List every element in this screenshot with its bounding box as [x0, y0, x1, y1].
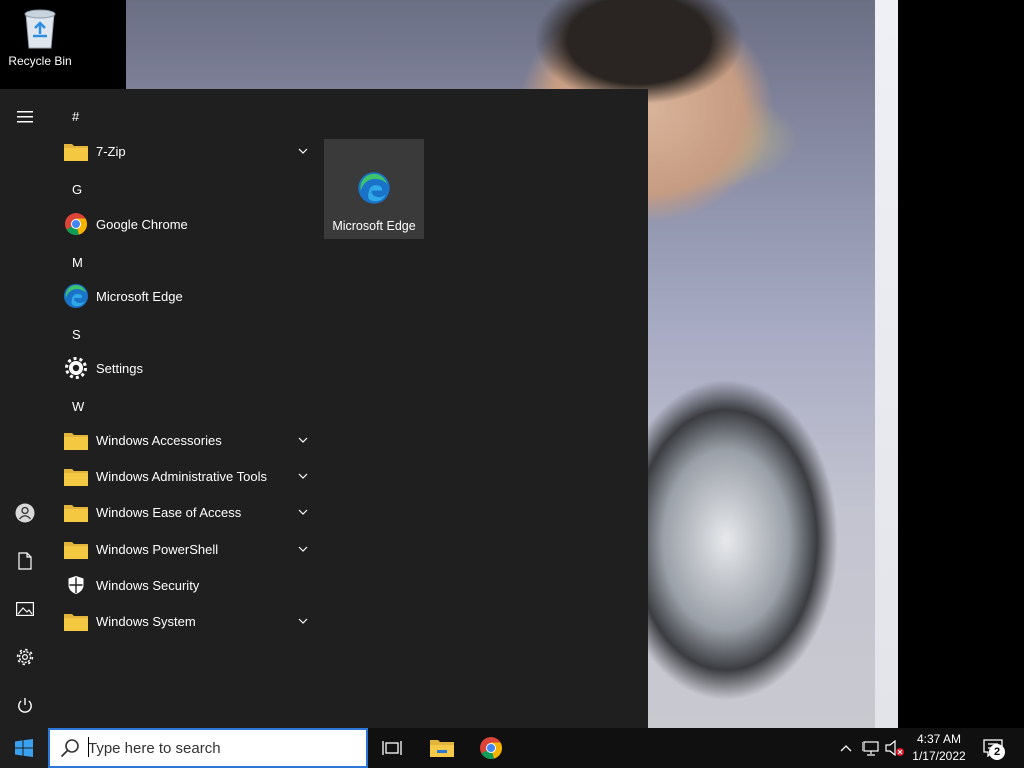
app-label-microsoft-edge: Microsoft Edge	[96, 288, 183, 304]
search-input[interactable]	[88, 739, 348, 757]
app-item-windows-security[interactable]: Windows Security	[60, 568, 310, 602]
gear-icon	[16, 648, 34, 666]
tile-label-microsoft-edge: Microsoft Edge	[332, 219, 416, 233]
chevron-down-icon[interactable]	[296, 433, 310, 447]
chrome-icon	[480, 737, 503, 760]
folder-icon	[63, 499, 89, 525]
start-menu: # 7-Zip G Google Chrome M Microsoft Edge…	[0, 89, 648, 728]
app-label-windows-accessories: Windows Accessories	[96, 432, 222, 448]
app-label-windows-ease-of-access: Windows Ease of Access	[96, 504, 242, 520]
clock[interactable]: 4:37 AM 1/17/2022	[906, 731, 972, 765]
power-icon	[18, 697, 32, 713]
app-label-settings: Settings	[96, 360, 143, 376]
taskbar: 4:37 AM 1/17/2022 2	[0, 728, 1024, 768]
documents-button[interactable]	[0, 539, 50, 583]
clock-date: 1/17/2022	[912, 749, 966, 763]
chevron-up-icon	[840, 744, 852, 751]
notification-count-badge: 2	[989, 744, 1005, 760]
folder-icon	[63, 138, 89, 164]
app-item-7zip[interactable]: 7-Zip	[60, 134, 310, 168]
all-apps-list: # 7-Zip G Google Chrome M Microsoft Edge…	[50, 89, 310, 728]
app-label-google-chrome: Google Chrome	[96, 216, 188, 232]
group-header-m[interactable]: M	[72, 255, 83, 270]
chevron-down-icon[interactable]	[296, 614, 310, 628]
show-hidden-icons-button[interactable]	[836, 728, 856, 768]
app-item-windows-administrative-tools[interactable]: Windows Administrative Tools	[60, 459, 310, 493]
document-icon	[18, 552, 32, 570]
task-view-icon	[382, 741, 402, 755]
clock-time: 4:37 AM	[916, 732, 962, 746]
recycle-bin-label: Recycle Bin	[8, 54, 72, 68]
edge-icon	[63, 283, 89, 309]
recycle-bin-shortcut[interactable]: Recycle Bin	[6, 6, 74, 76]
user-icon	[15, 503, 35, 523]
app-item-settings[interactable]: Settings	[60, 351, 310, 385]
app-item-windows-powershell[interactable]: Windows PowerShell	[60, 532, 310, 566]
text-caret	[88, 737, 89, 757]
chrome-taskbar-button[interactable]	[467, 728, 515, 768]
folder-icon	[63, 608, 89, 634]
file-explorer-icon	[430, 740, 454, 757]
search-icon	[60, 739, 79, 758]
app-label-windows-system: Windows System	[96, 613, 196, 629]
desktop-wallpaper-edge	[875, 0, 898, 728]
group-header-w[interactable]: W	[72, 399, 84, 414]
shield-icon	[63, 572, 89, 598]
app-label-7zip: 7-Zip	[96, 143, 126, 159]
app-item-microsoft-edge[interactable]: Microsoft Edge	[60, 279, 310, 313]
start-button[interactable]	[0, 728, 48, 768]
app-item-windows-system[interactable]: Windows System	[60, 604, 310, 638]
volume-button[interactable]	[884, 728, 906, 768]
folder-icon	[63, 536, 89, 562]
user-account-button[interactable]	[0, 491, 50, 535]
taskbar-search-box[interactable]	[48, 728, 368, 768]
network-icon	[862, 740, 879, 756]
settings-button[interactable]	[0, 635, 50, 679]
windows-logo-icon	[15, 739, 33, 757]
chevron-down-icon[interactable]	[296, 505, 310, 519]
chevron-down-icon[interactable]	[296, 469, 310, 483]
app-label-windows-powershell: Windows PowerShell	[96, 541, 219, 557]
chevron-down-icon[interactable]	[296, 542, 310, 556]
app-label-windows-administrative-tools: Windows Administrative Tools	[96, 468, 267, 484]
pictures-icon	[16, 602, 34, 616]
app-item-windows-ease-of-access[interactable]: Windows Ease of Access	[60, 495, 310, 529]
chrome-icon	[63, 211, 89, 237]
group-header-s[interactable]: S	[72, 327, 81, 342]
folder-icon	[63, 427, 89, 453]
tile-microsoft-edge[interactable]: Microsoft Edge	[324, 139, 424, 239]
app-label-windows-security: Windows Security	[96, 577, 200, 593]
edge-icon	[357, 171, 391, 205]
file-explorer-button[interactable]	[418, 728, 466, 768]
gear-icon	[63, 355, 89, 381]
app-item-google-chrome[interactable]: Google Chrome	[60, 207, 310, 241]
start-rail	[0, 89, 50, 728]
recycle-bin-icon	[20, 6, 60, 50]
chevron-down-icon[interactable]	[296, 144, 310, 158]
expand-menu-button[interactable]	[0, 95, 50, 139]
hamburger-icon	[17, 111, 33, 123]
volume-muted-icon	[885, 740, 904, 756]
group-header-hash[interactable]: #	[72, 109, 79, 124]
folder-icon	[63, 463, 89, 489]
pictures-button[interactable]	[0, 587, 50, 631]
group-header-g[interactable]: G	[72, 182, 82, 197]
power-button[interactable]	[0, 683, 50, 727]
task-view-button[interactable]	[368, 728, 416, 768]
app-item-windows-accessories[interactable]: Windows Accessories	[60, 423, 310, 457]
network-status-button[interactable]	[860, 728, 882, 768]
